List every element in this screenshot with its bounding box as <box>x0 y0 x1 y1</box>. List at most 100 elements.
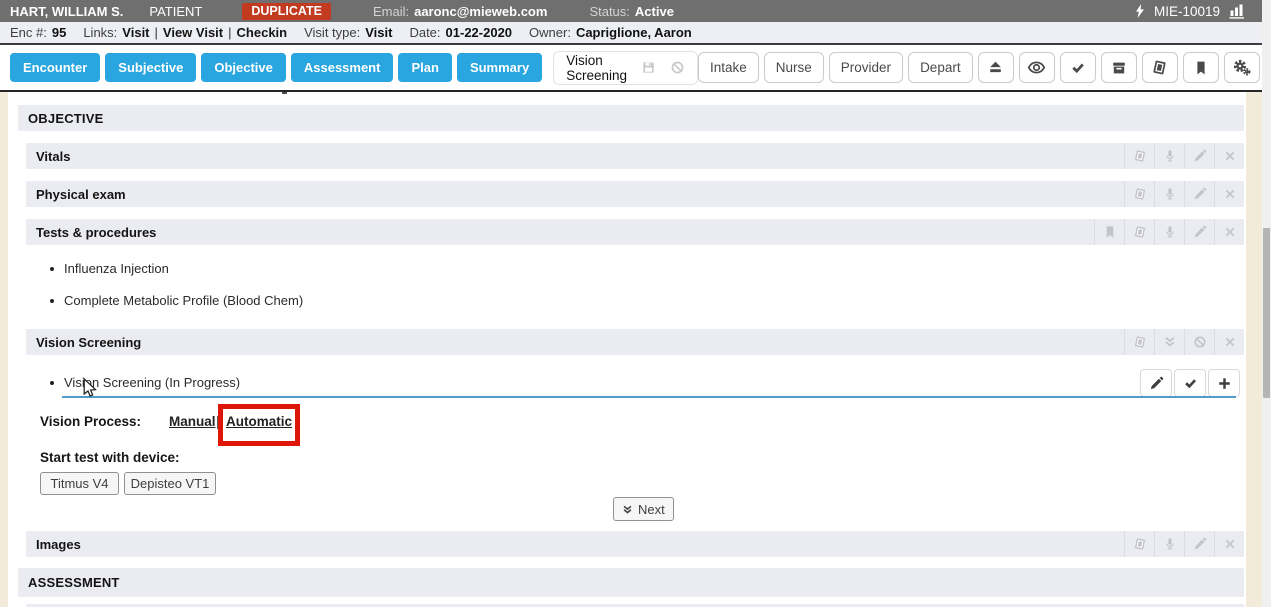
document-book-icon[interactable] <box>1124 329 1154 355</box>
system-id: MIE-10019 <box>1154 4 1220 19</box>
section-bar-images[interactable]: Images <box>26 531 1244 557</box>
document-book-icon[interactable] <box>1124 181 1154 207</box>
objective-section-header[interactable]: OBJECTIVE <box>18 105 1244 131</box>
link-checkin[interactable]: Checkin <box>237 25 288 40</box>
save-icon[interactable] <box>641 60 656 75</box>
device-button-titmus-v4[interactable]: Titmus V4 <box>40 472 119 495</box>
list-item-vision-screening[interactable]: Vision Screening (In Progress) <box>50 375 240 390</box>
gears-icon <box>1232 58 1251 77</box>
list-item-label: Influenza Injection <box>64 261 169 276</box>
section-title: Physical exam <box>36 187 126 202</box>
section-bar-tests-procedures[interactable]: Tests & procedures <box>26 219 1244 245</box>
selected-row-underline <box>62 396 1236 398</box>
tab-summary[interactable]: Summary <box>457 53 542 82</box>
document-book-icon[interactable] <box>1124 531 1154 557</box>
add-item-button[interactable] <box>1208 369 1240 397</box>
section-title: Vitals <box>36 149 70 164</box>
edit-pencil-icon[interactable] <box>1184 181 1214 207</box>
next-button[interactable]: Next <box>613 497 674 521</box>
bookmark-button[interactable] <box>1183 52 1219 83</box>
section-title: Images <box>36 537 81 552</box>
document-book-icon[interactable] <box>1124 219 1154 245</box>
enc-number-label: Enc #: <box>10 25 47 40</box>
intake-button[interactable]: Intake <box>698 52 759 83</box>
email-label: Email: <box>373 4 409 19</box>
clipped-text-remnant <box>282 92 287 94</box>
pencil-icon <box>1149 376 1164 391</box>
mouse-cursor <box>83 378 98 404</box>
complete-item-button[interactable] <box>1174 369 1206 397</box>
documents-button[interactable] <box>1142 52 1178 83</box>
device-button-depisteo-vt1[interactable]: Depisteo VT1 <box>124 472 216 495</box>
provider-button[interactable]: Provider <box>829 52 903 83</box>
patient-type-label: PATIENT <box>149 4 202 19</box>
settings-button[interactable] <box>1224 52 1260 83</box>
status-label: Status: <box>589 4 629 19</box>
archive-button[interactable] <box>1101 52 1137 83</box>
bullet <box>50 299 54 303</box>
scrollbar-thumb[interactable] <box>1263 228 1270 398</box>
microphone-icon[interactable] <box>1154 181 1184 207</box>
bookmark-icon <box>1193 60 1209 76</box>
microphone-icon[interactable] <box>1154 143 1184 169</box>
chart-stats-icon[interactable] <box>1229 3 1246 19</box>
sign-button[interactable] <box>1060 52 1096 83</box>
chart-content-area: OBJECTIVE Vitals Physical exam Tests & p… <box>0 92 1262 607</box>
duplicate-badge[interactable]: DUPLICATE <box>242 3 331 20</box>
document-book-icon[interactable] <box>1124 143 1154 169</box>
microphone-icon[interactable] <box>1154 531 1184 557</box>
visit-type-value: Visit <box>365 25 392 40</box>
link-visit[interactable]: Visit <box>122 25 149 40</box>
edit-pencil-icon[interactable] <box>1184 219 1214 245</box>
tab-subjective[interactable]: Subjective <box>105 53 196 82</box>
section-bar-vision-screening[interactable]: Vision Screening <box>26 329 1244 355</box>
remove-x-icon[interactable] <box>1214 219 1244 245</box>
list-item-metabolic-profile[interactable]: Complete Metabolic Profile (Blood Chem) <box>50 293 303 308</box>
encounter-info-bar: Enc #: 95 Links: Visit | View Visit | Ch… <box>0 22 1262 45</box>
cancel-slash-icon[interactable] <box>670 60 685 75</box>
vision-process-label: Vision Process: <box>40 414 141 429</box>
list-item-influenza[interactable]: Influenza Injection <box>50 261 169 276</box>
nurse-button[interactable]: Nurse <box>764 52 824 83</box>
patient-name: HART, WILLIAM S. <box>10 4 123 19</box>
bookmark-icon[interactable] <box>1094 219 1124 245</box>
section-bar-vitals[interactable]: Vitals <box>26 143 1244 169</box>
collapse-double-chevron-icon[interactable] <box>1154 329 1184 355</box>
assessment-section-header[interactable]: ASSESSMENT <box>18 568 1244 597</box>
section-title: Vision Screening <box>36 335 141 350</box>
patient-header-bar: HART, WILLIAM S. PATIENT DUPLICATE Email… <box>0 0 1262 22</box>
edit-pencil-icon[interactable] <box>1184 143 1214 169</box>
link-view-visit[interactable]: View Visit <box>163 25 223 40</box>
remove-x-icon[interactable] <box>1214 531 1244 557</box>
circle-slash-icon[interactable] <box>1184 329 1214 355</box>
lightning-icon[interactable] <box>1135 4 1145 18</box>
objective-header-label: OBJECTIVE <box>28 111 103 126</box>
edit-item-button[interactable] <box>1140 369 1172 397</box>
remove-x-icon[interactable] <box>1214 181 1244 207</box>
edit-pencil-icon[interactable] <box>1184 531 1214 557</box>
current-section-box: Vision Screening <box>553 51 698 85</box>
tab-encounter[interactable]: Encounter <box>10 53 100 82</box>
eject-button[interactable] <box>978 52 1014 83</box>
preview-button[interactable] <box>1019 52 1055 83</box>
tab-assessment[interactable]: Assessment <box>291 53 394 82</box>
remove-x-icon[interactable] <box>1214 329 1244 355</box>
check-icon <box>1183 376 1198 391</box>
book-icon <box>1151 59 1168 76</box>
manual-link[interactable]: Manual <box>169 414 216 429</box>
tab-plan[interactable]: Plan <box>398 53 451 82</box>
archive-box-icon <box>1111 60 1127 76</box>
tab-objective[interactable]: Objective <box>201 53 286 82</box>
remove-x-icon[interactable] <box>1214 143 1244 169</box>
microphone-icon[interactable] <box>1154 219 1184 245</box>
depart-button[interactable]: Depart <box>908 52 973 83</box>
current-section-title: Vision Screening <box>566 53 627 83</box>
visit-type-label: Visit type: <box>304 25 360 40</box>
section-bar-physical-exam[interactable]: Physical exam <box>26 181 1244 207</box>
enc-number: 95 <box>52 25 66 40</box>
double-chevron-down-icon <box>622 504 633 515</box>
bullet <box>50 267 54 271</box>
encounter-toolbar: Encounter Subjective Objective Assessmen… <box>0 45 1262 92</box>
assessment-header-label: ASSESSMENT <box>28 575 120 590</box>
vertical-scrollbar[interactable] <box>1262 0 1271 607</box>
